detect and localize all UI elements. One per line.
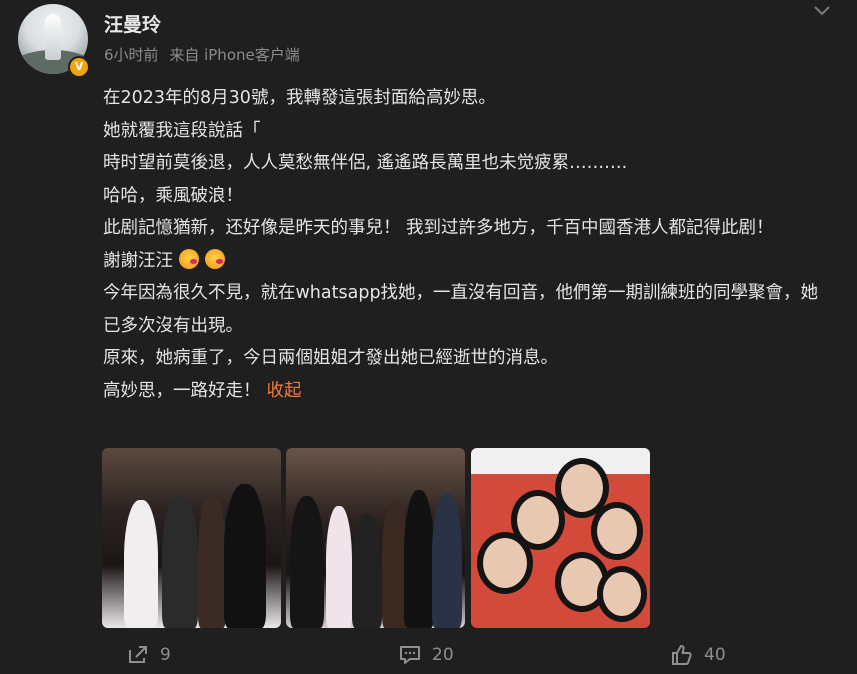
comment-icon — [400, 646, 420, 664]
post-line: 她就覆我這段說話「 — [103, 120, 261, 141]
post-meta: 6小时前 来自 iPhone客户端 — [104, 44, 306, 65]
post-line: 哈哈，乘風破浪！ — [103, 185, 243, 206]
post-line: 謝謝汪汪 — [103, 250, 173, 271]
photo-group-1[interactable] — [102, 448, 281, 628]
post-line: 高妙思，一路好走！ — [103, 380, 261, 401]
like-button[interactable]: 40 — [670, 644, 726, 666]
post-line: 在2023年的8月30號，我轉發這張封面給高妙思。 — [103, 88, 496, 108]
post-time[interactable]: 6小时前 — [104, 46, 159, 64]
comment-button[interactable]: 20 — [398, 644, 454, 666]
post-line: 此剧記憶猶新，还好像是昨天的事兒！ 我到过許多地方，千百中國香港人都記得此剧！ — [103, 218, 774, 238]
share-icon — [129, 646, 147, 663]
post-line: 原來，她病重了，今日兩個姐姐才發出她已經逝世的消息。 — [103, 348, 558, 368]
kiss-emoji-icon — [179, 248, 199, 269]
comment-count: 20 — [432, 645, 454, 665]
photo-group-2[interactable] — [286, 448, 465, 628]
post-line: 今年因為很久不見，就在whatsapp找她，一直沒有回音，他們第一期訓練班的同學… — [103, 283, 819, 336]
verified-badge-icon: V — [68, 56, 90, 78]
chevron-down-icon[interactable] — [812, 2, 832, 18]
post-line: 時时望前莫後退，人人莫愁無伴侶, 遙遙路長萬里也未觉疲累………. — [103, 153, 628, 173]
share-button[interactable]: 9 — [126, 644, 171, 666]
post-line-thanks: 謝謝汪汪 — [103, 245, 823, 278]
thumbs-up-icon — [672, 645, 692, 665]
collapse-link[interactable]: 收起 — [267, 381, 302, 401]
post-content: 在2023年的8月30號，我轉發這張封面給高妙思。 她就覆我這段說話「 時时望前… — [103, 82, 823, 407]
author-name[interactable]: 汪曼玲 — [104, 10, 161, 37]
photo-magazine-cover[interactable] — [471, 448, 650, 628]
like-count: 40 — [704, 645, 726, 665]
post-source: 来自 iPhone客户端 — [169, 46, 300, 64]
avatar[interactable]: V — [18, 4, 90, 78]
post-line-last: 高妙思，一路好走！ 收起 — [103, 375, 823, 408]
action-bar: 9 20 40 — [0, 640, 857, 670]
share-count: 9 — [160, 645, 171, 665]
kiss-emoji-icon — [205, 248, 225, 269]
weibo-post-card: V 汪曼玲 6小时前 来自 iPhone客户端 在2023年的8月30號，我轉發… — [0, 0, 857, 674]
